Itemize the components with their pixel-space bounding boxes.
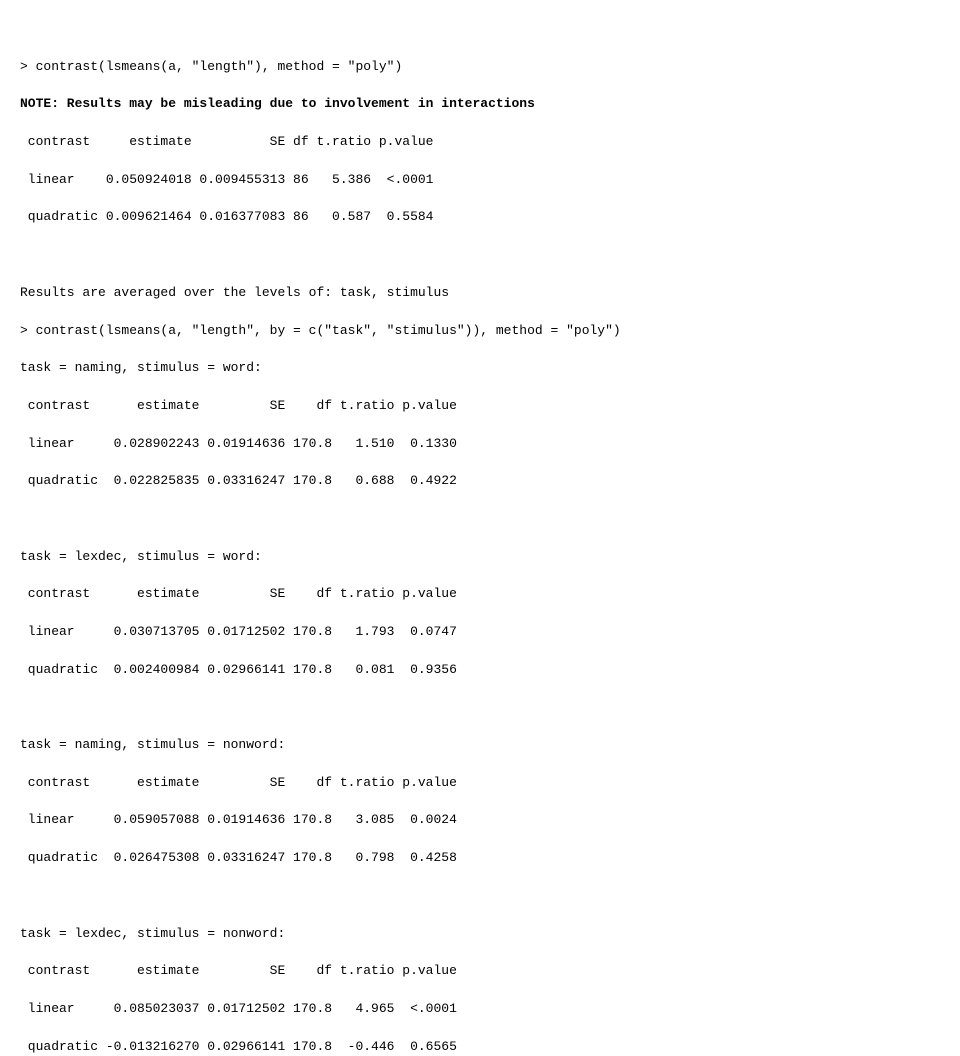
console-row: linear 0.028902243 0.01914636 170.8 1.51… (20, 436, 457, 451)
console-header: contrast estimate SE df t.ratio p.value (20, 134, 433, 149)
console-row: linear 0.050924018 0.009455313 86 5.386 … (20, 172, 433, 187)
console-line: > contrast(lsmeans(a, "length"), method … (20, 59, 402, 74)
console-group-header: task = lexdec, stimulus = word: (20, 549, 262, 564)
console-row: quadratic 0.002400984 0.02966141 170.8 0… (20, 662, 457, 677)
console-header: contrast estimate SE df t.ratio p.value (20, 586, 457, 601)
console-row: quadratic -0.013216270 0.02966141 170.8 … (20, 1039, 457, 1054)
console-header: contrast estimate SE df t.ratio p.value (20, 775, 457, 790)
console-group-header: task = naming, stimulus = nonword: (20, 737, 285, 752)
console-row: linear 0.030713705 0.01712502 170.8 1.79… (20, 624, 457, 639)
console-header: contrast estimate SE df t.ratio p.value (20, 963, 457, 978)
console-row: quadratic 0.026475308 0.03316247 170.8 0… (20, 850, 457, 865)
console-line: Results are averaged over the levels of:… (20, 285, 449, 300)
console-group-header: task = naming, stimulus = word: (20, 360, 262, 375)
console-line: > contrast(lsmeans(a, "length", by = c("… (20, 323, 621, 338)
console-row: linear 0.085023037 0.01712502 170.8 4.96… (20, 1001, 457, 1016)
console-row: quadratic 0.009621464 0.016377083 86 0.5… (20, 209, 433, 224)
console-note: NOTE: Results may be misleading due to i… (20, 96, 535, 111)
console-row: quadratic 0.022825835 0.03316247 170.8 0… (20, 473, 457, 488)
console-header: contrast estimate SE df t.ratio p.value (20, 398, 457, 413)
console-row: linear 0.059057088 0.01914636 170.8 3.08… (20, 812, 457, 827)
console-group-header: task = lexdec, stimulus = nonword: (20, 926, 285, 941)
